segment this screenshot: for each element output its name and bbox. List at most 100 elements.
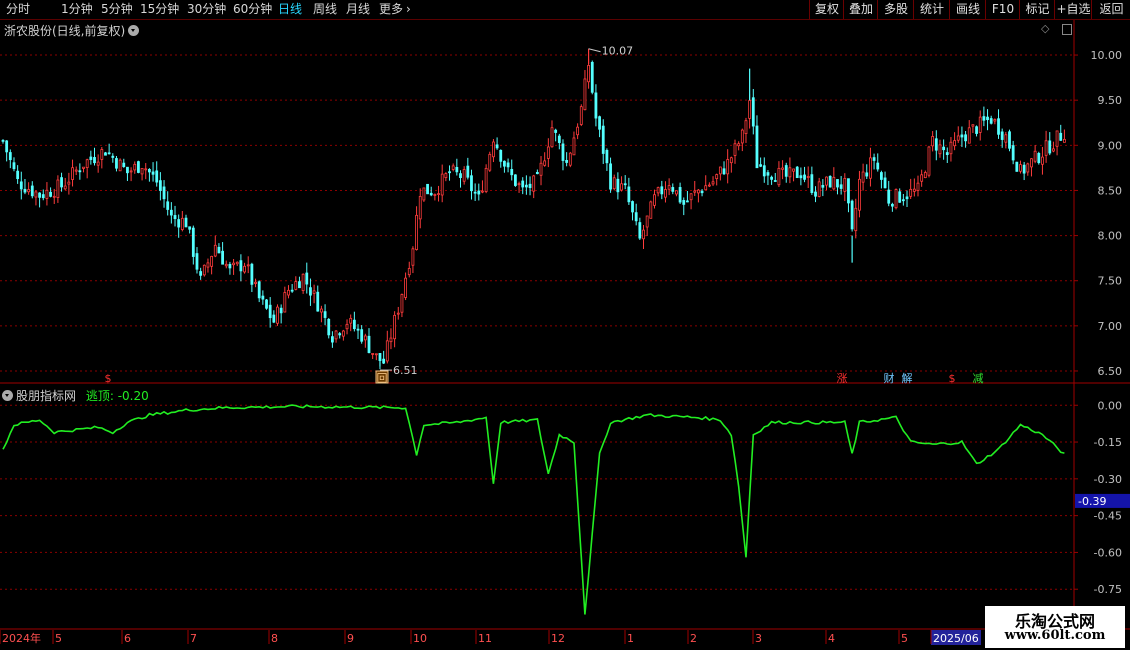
time-axis-label: 6 bbox=[124, 632, 131, 645]
chart-canvas[interactable]: 10.00 9.50 9.00 8.50 8.00 7.50 7.00 6.50 0.00 -0.… bbox=[0, 0, 1130, 650]
candle-body bbox=[327, 318, 331, 336]
candle-body bbox=[499, 149, 503, 162]
candle-body bbox=[557, 135, 561, 143]
candle-body bbox=[514, 174, 517, 186]
candle-body bbox=[100, 149, 104, 160]
candle-body bbox=[700, 190, 704, 194]
candle-body bbox=[78, 170, 82, 173]
indicator-tick-label: -0.30 bbox=[1094, 473, 1122, 486]
candle-body bbox=[448, 171, 451, 174]
candle-body bbox=[938, 144, 942, 155]
candle-body bbox=[407, 268, 411, 276]
candle-body bbox=[126, 166, 129, 174]
time-axis-label: 2024年 bbox=[2, 631, 41, 645]
time-axis-label: 5 bbox=[901, 632, 908, 645]
candle-body bbox=[535, 172, 539, 175]
candle-body bbox=[890, 203, 894, 207]
candle-body bbox=[565, 160, 569, 163]
indicator-tick-label: -0.75 bbox=[1094, 583, 1122, 596]
candle-body bbox=[675, 190, 678, 195]
candle-body bbox=[931, 136, 935, 147]
candle-body bbox=[986, 116, 989, 121]
candle-body bbox=[967, 127, 971, 144]
candle-body bbox=[912, 188, 916, 192]
event-marker: 财 bbox=[884, 371, 895, 385]
time-axis-label: 11 bbox=[478, 632, 492, 645]
candle-body bbox=[345, 323, 349, 330]
candle-body bbox=[964, 134, 967, 142]
candle-body bbox=[623, 183, 627, 186]
candle-body bbox=[612, 177, 616, 190]
candle-body bbox=[147, 169, 151, 173]
candle-body bbox=[755, 125, 759, 169]
time-axis-label: 8 bbox=[271, 632, 278, 645]
price-tick-label: 8.50 bbox=[1098, 184, 1123, 197]
candle-body bbox=[1026, 163, 1030, 173]
candle-body bbox=[1030, 158, 1033, 168]
candle-body bbox=[60, 177, 63, 188]
candle-body bbox=[715, 174, 719, 180]
candle-body bbox=[254, 281, 257, 284]
candle-body bbox=[861, 171, 865, 183]
candle-body bbox=[316, 291, 320, 312]
candle-body bbox=[374, 353, 378, 356]
price-tick-label: 7.50 bbox=[1098, 275, 1123, 288]
candle-body bbox=[232, 262, 235, 266]
candle-body bbox=[1041, 156, 1044, 165]
candle-body bbox=[579, 106, 583, 125]
candle-body bbox=[1059, 132, 1063, 141]
candle-body bbox=[847, 178, 850, 204]
candle-body bbox=[880, 172, 883, 180]
candle-body bbox=[89, 156, 93, 160]
candle-body bbox=[978, 116, 982, 133]
candle-body bbox=[601, 125, 605, 154]
candle-body bbox=[543, 160, 547, 166]
candle-body bbox=[803, 174, 806, 180]
candle-body bbox=[23, 188, 27, 193]
candle-body bbox=[462, 169, 466, 182]
candle-body bbox=[942, 146, 946, 151]
candle-body bbox=[762, 165, 766, 177]
candle-body bbox=[810, 174, 814, 193]
candle-body bbox=[671, 187, 675, 192]
candle-body bbox=[276, 306, 279, 324]
candle-body bbox=[587, 64, 590, 83]
candle-body bbox=[740, 129, 744, 144]
candle-body bbox=[396, 312, 400, 315]
candle-body bbox=[243, 265, 246, 273]
candle-body bbox=[784, 165, 788, 177]
candle-body bbox=[638, 222, 642, 239]
candle-body bbox=[788, 167, 792, 178]
candle-body bbox=[195, 253, 199, 270]
candle-body bbox=[664, 189, 667, 198]
candle-body bbox=[294, 281, 298, 290]
candle-body bbox=[576, 126, 580, 136]
candle-body bbox=[118, 159, 122, 172]
high-pointer-line bbox=[588, 48, 601, 53]
candle-body bbox=[393, 314, 397, 340]
candle-body bbox=[997, 118, 1000, 135]
candle-body bbox=[711, 181, 715, 185]
event-marker: 解 bbox=[902, 371, 913, 385]
candle-body bbox=[27, 189, 31, 193]
candle-body bbox=[265, 299, 268, 309]
candle-body bbox=[338, 333, 342, 336]
candle-body bbox=[309, 287, 312, 296]
candle-body bbox=[733, 143, 737, 156]
candle-body bbox=[250, 263, 254, 285]
candle-body bbox=[667, 185, 671, 190]
candle-body bbox=[653, 194, 656, 206]
candle-body bbox=[470, 175, 473, 192]
candle-body bbox=[352, 319, 356, 330]
time-axis-label: 5 bbox=[55, 632, 62, 645]
candle-body bbox=[561, 143, 565, 161]
candle-body bbox=[634, 212, 638, 222]
candle-body bbox=[839, 184, 843, 189]
candle-body bbox=[488, 153, 492, 171]
candle-body bbox=[1004, 134, 1008, 143]
candle-body bbox=[748, 100, 752, 119]
candle-body bbox=[642, 229, 645, 240]
candle-body bbox=[85, 159, 89, 168]
candle-body bbox=[389, 337, 393, 343]
candle-body bbox=[832, 176, 836, 190]
